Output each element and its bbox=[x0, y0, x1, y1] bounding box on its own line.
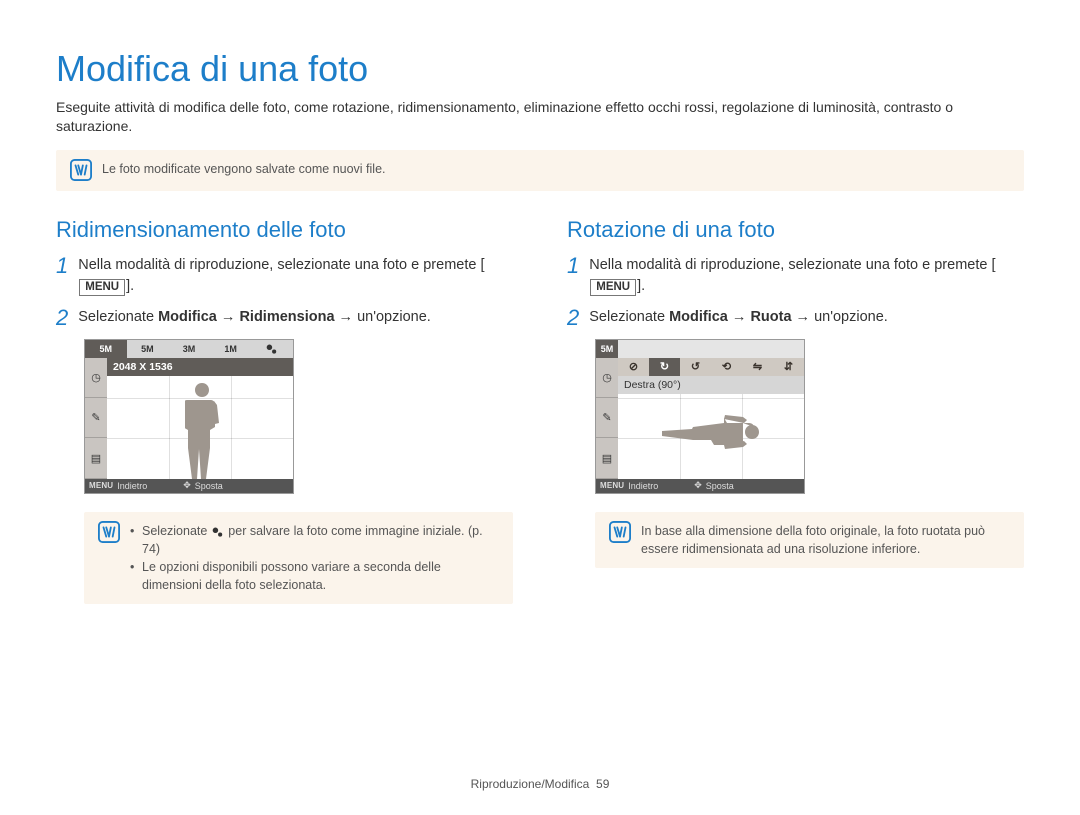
text: Nella modalità di riproduzione, selezion… bbox=[78, 257, 484, 273]
arrow: → bbox=[335, 309, 358, 325]
footer-move: Sposta bbox=[706, 481, 734, 491]
step-body: Selezionate Modiﬁca → Ridimensiona → un'… bbox=[78, 307, 513, 329]
rotate-off-icon[interactable]: ⊘ bbox=[618, 358, 649, 376]
person-silhouette-lying bbox=[651, 413, 766, 451]
size-tab-5m[interactable]: 5M bbox=[85, 340, 127, 358]
page-intro: Eseguite attività di modiﬁca delle foto,… bbox=[56, 98, 1024, 136]
startup-image-icon bbox=[211, 526, 225, 538]
clock-icon: ◷ bbox=[85, 358, 107, 398]
text: Selezionate bbox=[589, 309, 669, 325]
top-note: Le foto modiﬁcate vengono salvate come n… bbox=[56, 150, 1024, 191]
columns: Ridimensionamento delle foto 1 Nella mod… bbox=[56, 217, 1024, 631]
menu-path-segment: Modiﬁca bbox=[158, 309, 217, 325]
rotate-options: ⊘ ↻ ↺ ⟲ ⇋ ⇵ bbox=[618, 358, 804, 376]
text: ]. bbox=[637, 278, 645, 294]
side-icons: ◷ ✎ ▤ bbox=[596, 358, 618, 479]
right-camera-preview: 5M ⊘ ↻ ↺ ⟲ ⇋ ⇵ Destra (90°) ◷ ✎ ▤ bbox=[595, 339, 805, 494]
left-step-2: 2 Selezionate Modiﬁca → Ridimensiona → u… bbox=[56, 307, 513, 329]
right-heading: Rotazione di una foto bbox=[567, 217, 1024, 243]
left-heading: Ridimensionamento delle foto bbox=[56, 217, 513, 243]
card-icon: ▤ bbox=[85, 438, 107, 478]
menu-button-label: MENU bbox=[79, 279, 125, 297]
note-icon bbox=[70, 159, 92, 181]
menu-path-segment: Ridimensiona bbox=[239, 309, 334, 325]
arrow: → bbox=[728, 309, 751, 325]
step-number: 1 bbox=[56, 255, 68, 297]
rotate-left-90-icon[interactable]: ↺ bbox=[680, 358, 711, 376]
footer-move: Sposta bbox=[195, 481, 223, 491]
text: un'opzione. bbox=[357, 309, 431, 325]
left-note: Selezionate per salvare la foto come imm… bbox=[84, 512, 513, 605]
dpad-icon: ✥ bbox=[183, 480, 191, 491]
tab-spacer bbox=[618, 340, 804, 358]
size-tabs: 5M bbox=[596, 340, 804, 359]
step-body: Selezionate Modiﬁca → Ruota → un'opzione… bbox=[589, 307, 1024, 329]
footer-page-number: 59 bbox=[596, 777, 609, 791]
footer-back: Indietro bbox=[628, 481, 658, 491]
text: un'opzione. bbox=[814, 309, 888, 325]
left-camera-preview: 5M 5M 3M 1M 2048 X 1536 ◷ ✎ bbox=[84, 339, 294, 494]
step-body: Nella modalità di riproduzione, selezion… bbox=[589, 255, 1024, 297]
pencil-icon: ✎ bbox=[85, 398, 107, 438]
footer-back: Indietro bbox=[117, 481, 147, 491]
right-step-2: 2 Selezionate Modiﬁca → Ruota → un'opzio… bbox=[567, 307, 1024, 329]
arrow: → bbox=[792, 309, 815, 325]
footer-menu-label: MENU bbox=[600, 481, 624, 490]
size-tab-5m[interactable]: 5M bbox=[596, 340, 618, 358]
camera-footer: MENU Indietro ✥ Sposta bbox=[596, 479, 804, 493]
text: ]. bbox=[126, 278, 134, 294]
size-tabs: 5M 5M 3M 1M bbox=[85, 340, 293, 359]
left-column: Ridimensionamento delle foto 1 Nella mod… bbox=[56, 217, 513, 631]
step-body: Nella modalità di riproduzione, selezion… bbox=[78, 255, 513, 297]
page: Modifica di una foto Eseguite attività d… bbox=[0, 0, 1080, 815]
step-number: 2 bbox=[567, 307, 579, 329]
note-icon bbox=[98, 521, 120, 543]
left-note-text: Selezionate per salvare la foto come imm… bbox=[130, 522, 499, 595]
resolution-banner: 2048 X 1536 bbox=[107, 358, 293, 376]
menu-path-segment: Modiﬁca bbox=[669, 309, 728, 325]
rotate-label: Destra (90°) bbox=[618, 376, 804, 394]
page-title: Modifica di una foto bbox=[56, 48, 1024, 90]
right-column: Rotazione di una foto 1 Nella modalità d… bbox=[567, 217, 1024, 631]
rotate-right-90-icon[interactable]: ↻ bbox=[649, 358, 680, 376]
text: Nella modalità di riproduzione, selezion… bbox=[589, 257, 995, 273]
side-icons: ◷ ✎ ▤ bbox=[85, 358, 107, 479]
note-icon bbox=[609, 521, 631, 543]
size-tab-startup-icon[interactable] bbox=[251, 340, 293, 358]
text: Le opzioni disponibili possono variare a… bbox=[130, 558, 499, 594]
card-icon: ▤ bbox=[596, 438, 618, 478]
step-number: 2 bbox=[56, 307, 68, 329]
footer-section: Riproduzione/Modiﬁca bbox=[471, 777, 590, 791]
pencil-icon: ✎ bbox=[596, 398, 618, 438]
rotate-180-icon[interactable]: ⟲ bbox=[711, 358, 742, 376]
footer-menu-label: MENU bbox=[89, 481, 113, 490]
clock-icon: ◷ bbox=[596, 358, 618, 398]
left-step-1: 1 Nella modalità di riproduzione, selezi… bbox=[56, 255, 513, 297]
page-footer: Riproduzione/Modiﬁca 59 bbox=[0, 777, 1080, 791]
arrow: → bbox=[217, 309, 240, 325]
size-tab-3m[interactable]: 3M bbox=[168, 340, 210, 358]
text: Selezionate bbox=[142, 524, 211, 538]
top-note-text: Le foto modiﬁcate vengono salvate come n… bbox=[102, 160, 386, 178]
step-number: 1 bbox=[567, 255, 579, 297]
camera-footer: MENU Indietro ✥ Sposta bbox=[85, 479, 293, 493]
dpad-icon: ✥ bbox=[694, 480, 702, 491]
menu-path-segment: Ruota bbox=[750, 309, 791, 325]
menu-button-label: MENU bbox=[590, 279, 636, 297]
text: Selezionate bbox=[78, 309, 158, 325]
flip-horizontal-icon[interactable]: ⇋ bbox=[742, 358, 773, 376]
right-note: In base alla dimensione della foto origi… bbox=[595, 512, 1024, 568]
right-step-1: 1 Nella modalità di riproduzione, selezi… bbox=[567, 255, 1024, 297]
size-tab-1m[interactable]: 1M bbox=[210, 340, 252, 358]
preview-canvas bbox=[107, 358, 293, 479]
person-silhouette-standing bbox=[185, 383, 219, 479]
size-tab-5m-alt[interactable]: 5M bbox=[127, 340, 169, 358]
right-note-text: In base alla dimensione della foto origi… bbox=[641, 522, 1010, 558]
flip-vertical-icon[interactable]: ⇵ bbox=[773, 358, 804, 376]
